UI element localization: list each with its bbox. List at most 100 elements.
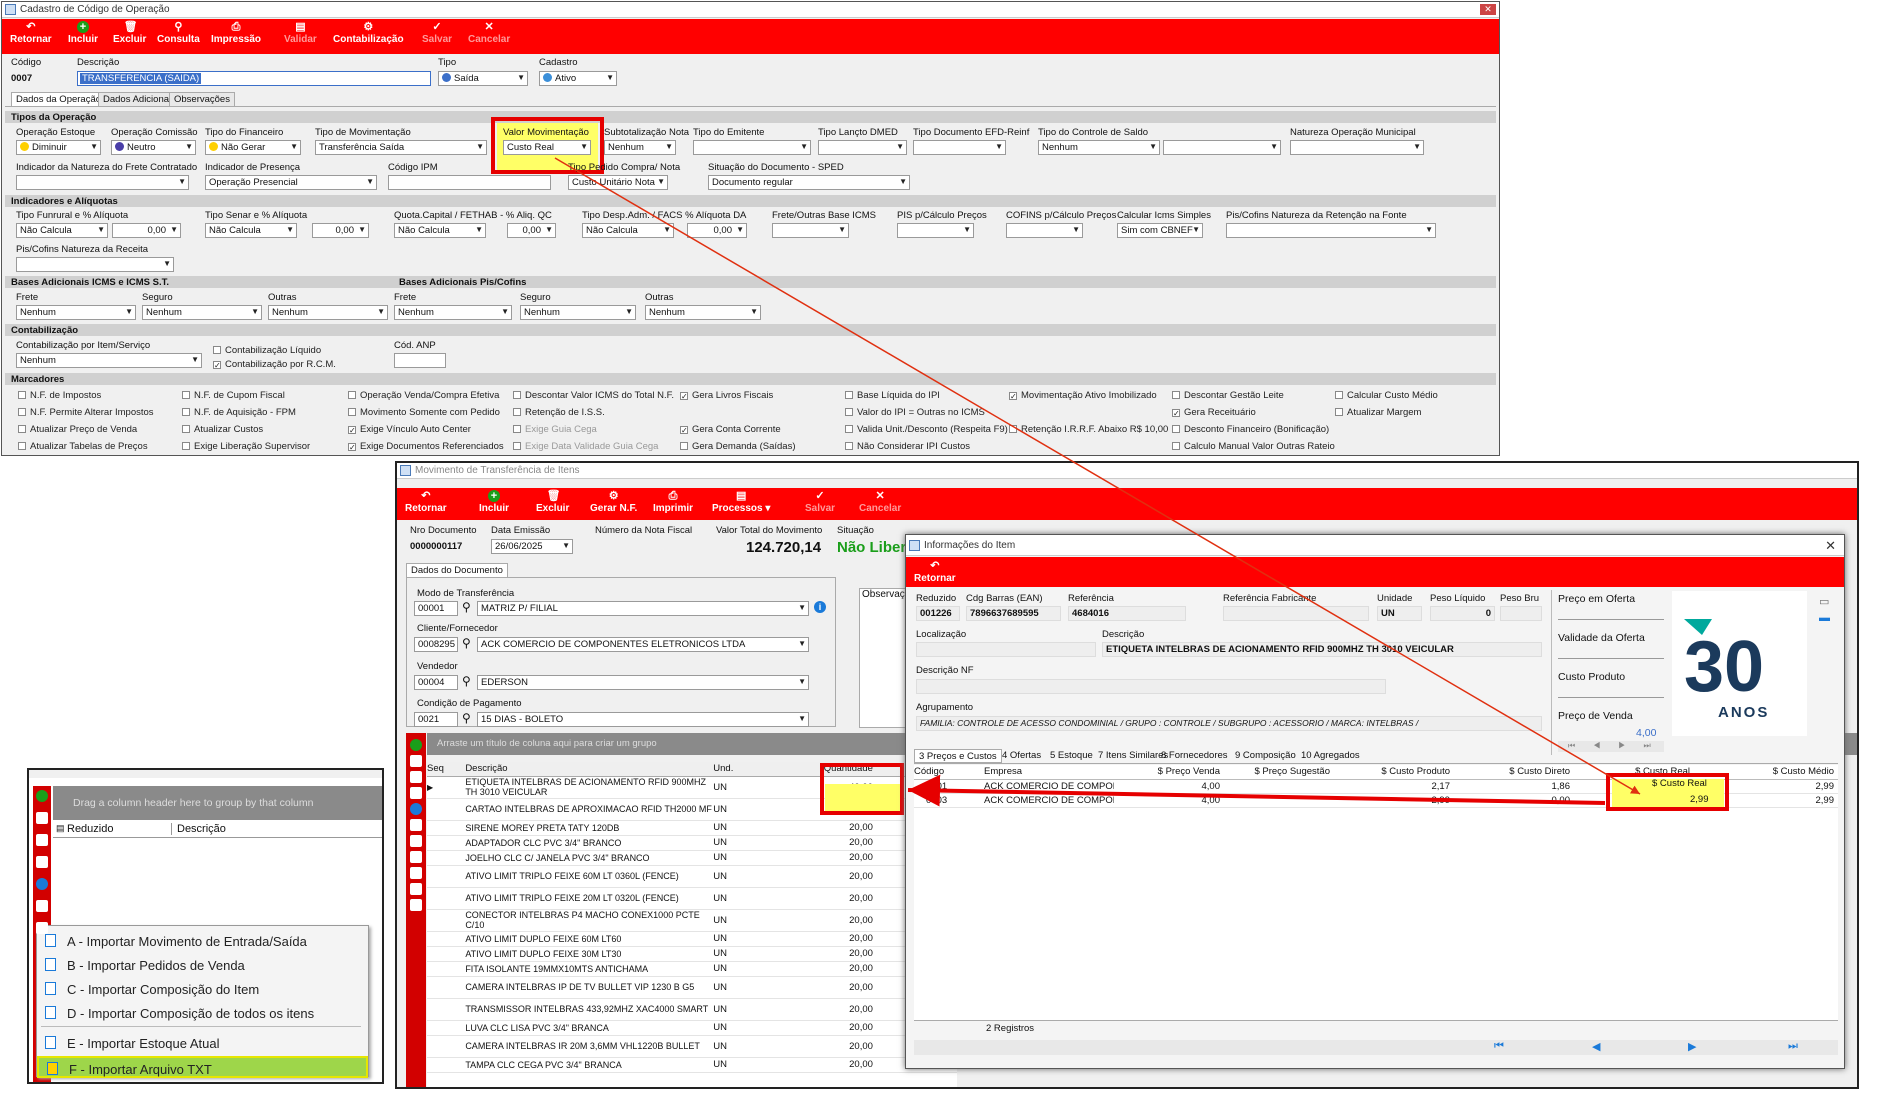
checkbox-box[interactable]: [513, 391, 521, 399]
checkbox-box[interactable]: ✓: [348, 426, 356, 435]
tab-dados-documento[interactable]: Dados do Documento: [406, 563, 508, 577]
frete-outras-select[interactable]: [772, 223, 849, 238]
checkbox-box[interactable]: [182, 442, 190, 450]
marcador-checkbox[interactable]: Atualizar Margem: [1335, 407, 1421, 418]
cont-rcm-checkbox[interactable]: ✓ Contabilização por R.C.M.: [213, 359, 336, 370]
checkbox-box[interactable]: [1172, 391, 1180, 399]
prev-record-icon[interactable]: ◀: [1592, 1040, 1600, 1053]
checkbox-box[interactable]: [845, 442, 853, 450]
marcador-checkbox[interactable]: Base Líquida do IPI: [845, 390, 940, 401]
base-pis-outras-select[interactable]: Nenhum: [645, 305, 761, 320]
codigo-ipm-input[interactable]: [388, 175, 551, 190]
op-comissao-select[interactable]: Neutro: [111, 140, 196, 155]
tipo-emitente-select[interactable]: [693, 140, 811, 155]
grid-icon[interactable]: [410, 883, 422, 895]
checkbox-box[interactable]: [845, 425, 853, 433]
icms-simples-select[interactable]: Sim com CBNEF: [1117, 223, 1203, 238]
quota-aliquota[interactable]: 0,00: [507, 223, 556, 238]
modo-select[interactable]: MATRIZ P/ FILIAL: [477, 601, 809, 616]
info-icon[interactable]: [410, 803, 422, 815]
vendedor-code-input[interactable]: 00004: [414, 675, 458, 690]
tab-5[interactable]: 9 Composição: [1231, 749, 1300, 763]
col-descricao[interactable]: Descrição: [177, 823, 226, 835]
modo-code-input[interactable]: 00001: [414, 601, 458, 616]
list-icon[interactable]: [410, 867, 422, 879]
op-estoque-select[interactable]: Diminuir: [16, 140, 101, 155]
tipo-movimentacao-select[interactable]: Transferência Saída: [315, 140, 487, 155]
document-icon[interactable]: [36, 900, 48, 912]
delete-icon[interactable]: [410, 771, 422, 783]
marcador-checkbox[interactable]: N.F. de Aquisição - FPM: [182, 407, 296, 418]
tab-2[interactable]: 5 Estoque: [1046, 749, 1097, 763]
col-reduzido[interactable]: Reduzido: [67, 823, 172, 835]
processos-button[interactable]: ▤ Processos ▾: [712, 490, 770, 514]
close-icon[interactable]: ✕: [1825, 538, 1836, 554]
table-row[interactable]: ATIVO LIMIT TRIPLO FEIXE 20M LT 0320L (F…: [427, 887, 957, 909]
marcador-checkbox[interactable]: ✓ Exige Documentos Referenciados: [348, 441, 504, 452]
quota-select[interactable]: Não Calcula: [394, 223, 486, 238]
cont-liquido-checkbox[interactable]: Contabilização Líquido: [213, 345, 321, 356]
imprimir-button[interactable]: ⎙ Imprimir: [653, 490, 693, 514]
tab-0[interactable]: 3 Preços e Custos: [914, 749, 1002, 763]
table-row[interactable]: JOELHO CLC C/ JANELA PVC 3/4" BRANCO UN 20…: [427, 850, 957, 865]
base-seguro-select[interactable]: Nenhum: [142, 305, 262, 320]
marcador-checkbox[interactable]: Não Considerar IPI Custos: [845, 441, 970, 452]
marcador-checkbox[interactable]: Movimento Somente com Pedido: [348, 407, 500, 418]
pis-retencao-select[interactable]: [1226, 223, 1436, 238]
info-icon[interactable]: i: [814, 601, 826, 613]
tipo-controle-saldo-select[interactable]: Nenhum: [1038, 140, 1160, 155]
marcador-checkbox[interactable]: ✓ Gera Livros Fiscais: [680, 390, 773, 401]
document-icon[interactable]: [410, 819, 422, 831]
marcador-checkbox[interactable]: Gera Demanda (Saídas): [680, 441, 796, 452]
edit-icon[interactable]: [410, 787, 422, 799]
col-5[interactable]: $ Custo Direto: [1454, 765, 1574, 779]
table-row[interactable]: ATIVO LIMIT TRIPLO FEIXE 60M LT 0360L (F…: [427, 865, 957, 887]
cancelar-button[interactable]: ✕ Cancelar: [468, 21, 510, 45]
marcador-checkbox[interactable]: ✓ Gera Receituário: [1172, 407, 1256, 418]
marcador-checkbox[interactable]: Retenção de I.S.S.: [513, 407, 605, 418]
checkbox-box[interactable]: [1335, 408, 1343, 416]
col-und[interactable]: Und.: [713, 762, 785, 776]
checkbox-box[interactable]: ✓: [680, 426, 688, 435]
tab-6[interactable]: 10 Agregados: [1297, 749, 1364, 763]
table-row[interactable]: TAMPA CLC CEGA PVC 3/4" BRANCAUN20,002,3…: [427, 1057, 957, 1072]
image-icon[interactable]: ▭: [1819, 595, 1829, 608]
checkbox-box[interactable]: [845, 408, 853, 416]
cliente-select[interactable]: ACK COMERCIO DE COMPONENTES ELETRONICOS …: [477, 637, 809, 652]
retornar-button[interactable]: ↶ Retornar: [405, 490, 447, 514]
incluir-button[interactable]: + Incluir: [68, 21, 98, 45]
col-2[interactable]: $ Preço Venda: [1114, 765, 1224, 779]
retornar-button[interactable]: ↶ Retornar: [10, 21, 52, 45]
table-row[interactable]: LUVA CLC LISA PVC 3/4" BRANCAUN20,002,18: [427, 1020, 957, 1035]
save-icon[interactable]: [36, 812, 48, 824]
checkbox-box[interactable]: [18, 442, 26, 450]
condicao-select[interactable]: 15 DIAS - BOLETO: [477, 712, 809, 727]
situacao-doc-sped-select[interactable]: Documento regular: [708, 175, 910, 190]
base-pis-seguro-select[interactable]: Nenhum: [520, 305, 636, 320]
tipo-lancto-dmed-select[interactable]: [818, 140, 907, 155]
vendedor-select[interactable]: EDERSON: [477, 675, 809, 690]
ind-natureza-frete-select[interactable]: [16, 175, 189, 190]
base-outras-select[interactable]: Nenhum: [268, 305, 388, 320]
checkbox-box[interactable]: ✓: [680, 392, 688, 401]
delete-icon[interactable]: [36, 834, 48, 846]
last-record-icon[interactable]: ⏭: [1788, 1040, 1798, 1053]
column-chooser-icon[interactable]: ▤: [56, 823, 65, 834]
marcador-checkbox[interactable]: ✓ Exige Vínculo Auto Center: [348, 424, 471, 435]
menu-item[interactable]: B - Importar Pedidos de Venda: [37, 954, 368, 976]
marcador-checkbox[interactable]: N.F. de Cupom Fiscal: [182, 390, 285, 401]
refresh-icon[interactable]: [410, 899, 422, 911]
checkbox-box[interactable]: [182, 391, 190, 399]
marcador-checkbox[interactable]: ✓ Movimentação Ativo Imobilizado: [1009, 390, 1157, 401]
condicao-code-input[interactable]: 0021: [414, 712, 458, 727]
checkbox-box[interactable]: ✓: [1172, 409, 1180, 418]
marcador-checkbox[interactable]: Atualizar Tabelas de Preços: [18, 441, 148, 452]
marcador-checkbox[interactable]: Valor do IPI = Outras no ICMS: [845, 407, 985, 418]
data-emissao-input[interactable]: 26/06/2025: [491, 539, 573, 554]
info-icon[interactable]: [36, 878, 48, 890]
cadastro-select[interactable]: Ativo: [539, 71, 617, 86]
descricao-input[interactable]: TRANSFERENCIA (SAIDA): [77, 71, 431, 86]
print-icon[interactable]: [36, 922, 48, 934]
cofins-calculo-select[interactable]: [1006, 223, 1083, 238]
table-row[interactable]: FITA ISOLANTE 19MMX10MTS ANTICHAMA UN 20,0…: [427, 961, 957, 976]
